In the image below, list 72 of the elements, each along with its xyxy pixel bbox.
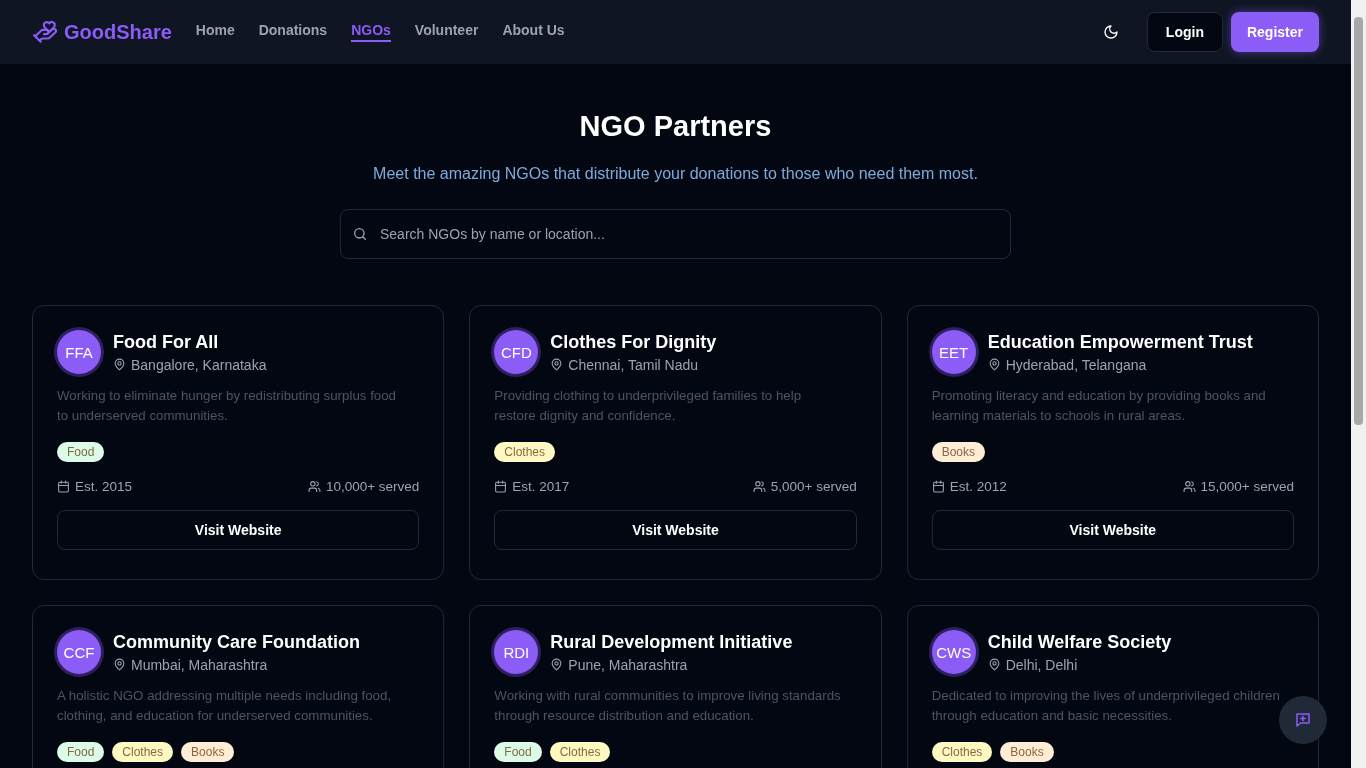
location-pin-icon <box>550 358 564 371</box>
category-tag: Books <box>181 742 235 762</box>
location-pin-icon <box>987 658 1001 671</box>
established-year: Est. 2015 <box>75 479 133 494</box>
hand-heart-icon[interactable] <box>32 19 58 45</box>
location-pin-icon <box>550 658 564 671</box>
people-icon <box>752 480 766 493</box>
visit-website-button[interactable]: Visit Website <box>494 510 857 550</box>
message-plus-icon <box>1294 711 1312 729</box>
category-tag: Clothes <box>112 742 174 762</box>
ngo-name: Food For All <box>113 331 220 353</box>
brand-logo-text[interactable]: GoodShare <box>64 20 172 44</box>
nav-link[interactable]: Donations <box>258 22 328 42</box>
ngo-description: Working with rural communities to improve living standards through resource distribution and education. <box>494 687 842 725</box>
initials-avatar: RDI <box>494 630 539 674</box>
ngo-description: Promoting literacy and education by providing books and learning materials to schools in rural areas. <box>931 387 1267 425</box>
location-text: Chennai, Tamil Nadu <box>568 356 699 373</box>
location-text: Pune, Maharashtra <box>568 656 688 673</box>
calendar-icon <box>494 480 508 493</box>
ngo-description: Providing clothing to underprivileged families to help restore dignity and confidence. <box>494 387 803 425</box>
search-field[interactable]: Search NGOs by name or location... <box>340 209 1011 259</box>
category-tag: Books <box>1000 742 1054 762</box>
ngo-description: Dedicated to improving the lives of underprivileged children through education and basic necessities. <box>931 687 1281 725</box>
category-tag: Food <box>494 742 542 762</box>
visit-website-button[interactable]: Visit Website <box>931 510 1294 550</box>
chat-button[interactable] <box>1279 696 1327 744</box>
register-button[interactable]: Register <box>1230 12 1319 52</box>
category-tag: Clothes <box>549 742 611 762</box>
ngo-name: Community Care Foundation <box>113 631 360 653</box>
location-pin-icon <box>113 658 126 671</box>
ngo-name: Education Empowerment Trust <box>987 331 1253 353</box>
location-pin-icon <box>987 358 1001 371</box>
people-icon <box>307 480 321 493</box>
established-year: Est. 2012 <box>949 479 1007 494</box>
initials-avatar: CFD <box>494 330 539 374</box>
nav-link[interactable]: Home <box>195 22 235 42</box>
people-icon <box>1182 480 1196 493</box>
initials-avatar: FFA <box>57 330 101 374</box>
ngo-description: Working to eliminate hunger by redistributing surplus food to underserved communities. <box>57 387 397 425</box>
location-pin-icon <box>113 358 126 371</box>
moon-icon[interactable] <box>1102 24 1119 40</box>
nav-link[interactable]: NGOs <box>351 22 391 42</box>
location-text: Mumbai, Maharashtra <box>131 656 268 673</box>
nav-link[interactable]: Volunteer <box>414 22 479 42</box>
nav-link[interactable]: About Us <box>502 22 565 42</box>
initials-avatar: CWS <box>931 630 976 674</box>
ngo-name: Child Welfare Society <box>987 631 1172 653</box>
login-button[interactable]: Login <box>1146 12 1223 52</box>
people-served: 5,000+ served <box>770 479 857 494</box>
ngo-name: Clothes For Dignity <box>550 331 717 353</box>
category-tag: Clothes <box>494 442 555 462</box>
people-served: 15,000+ served <box>1200 479 1294 494</box>
page-title: NGO Partners <box>579 110 772 143</box>
visit-website-button[interactable]: Visit Website <box>57 510 420 550</box>
established-year: Est. 2017 <box>512 479 570 494</box>
initials-avatar: CCF <box>57 630 101 674</box>
initials-avatar: EET <box>931 330 976 374</box>
ngo-description: A holistic NGO addressing multiple needs including food, clothing, and education for underserved communities. <box>57 687 393 725</box>
category-tag: Food <box>57 442 105 462</box>
calendar-icon <box>931 480 945 493</box>
people-served: 10,000+ served <box>325 479 420 494</box>
ngo-name: Rural Development Initiative <box>550 631 793 653</box>
search-icon <box>352 226 368 242</box>
category-tag: Clothes <box>931 742 993 762</box>
category-tag: Books <box>931 442 985 462</box>
location-text: Delhi, Delhi <box>1005 656 1078 673</box>
scrollbar[interactable] <box>1351 0 1366 768</box>
calendar-icon <box>57 480 70 493</box>
category-tag: Food <box>57 742 105 762</box>
location-text: Bangalore, Karnataka <box>131 356 267 373</box>
location-text: Hyderabad, Telangana <box>1005 356 1147 373</box>
page-subtitle: Meet the amazing NGOs that distribute your donations to those who need them most. <box>373 165 978 183</box>
